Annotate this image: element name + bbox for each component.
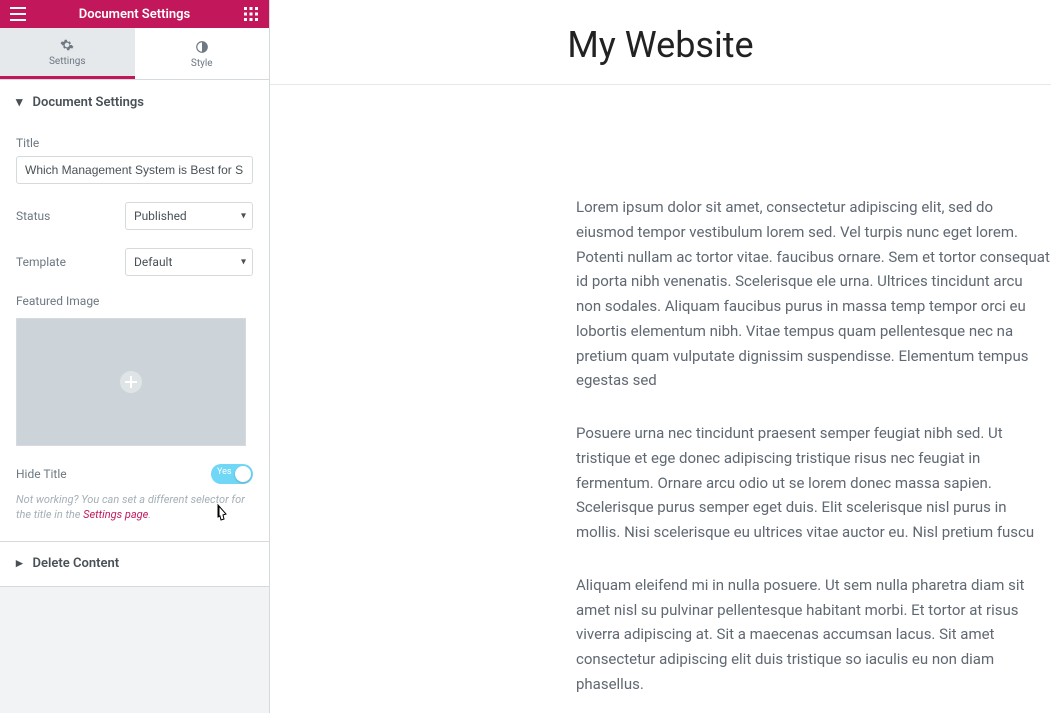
plus-icon: [120, 371, 142, 393]
helper-text: Not working? You can set a different sel…: [16, 492, 253, 523]
status-select[interactable]: Published: [125, 202, 253, 230]
chevron-right-icon: ▸: [16, 556, 23, 571]
toggle-state-text: Yes: [217, 467, 232, 477]
field-label: Hide Title: [16, 467, 67, 481]
tab-style[interactable]: Style: [135, 28, 270, 79]
tab-label: Settings: [49, 56, 86, 67]
section-heading: Delete Content: [33, 556, 120, 571]
tab-settings[interactable]: Settings: [0, 28, 135, 79]
page-preview: My Website Lorem ipsum dolor sit amet, c…: [270, 0, 1051, 713]
featured-image-upload[interactable]: [16, 318, 246, 446]
section-body: Title Status Published Template Default …: [0, 124, 269, 541]
field-hide-title: Hide Title Yes Not working? You can set …: [16, 464, 253, 523]
preview-site-title: My Website: [270, 0, 1051, 85]
tabs: Settings Style: [0, 28, 269, 80]
field-template: Template Default: [16, 248, 253, 276]
field-label: Featured Image: [16, 294, 253, 308]
section-header-document-settings[interactable]: ▾ Document Settings: [0, 80, 269, 124]
preview-paragraph: Posuere urna nec tincidunt praesent semp…: [576, 421, 1051, 545]
settings-page-link[interactable]: Settings page: [83, 508, 148, 521]
title-input[interactable]: [16, 156, 253, 184]
field-label: Title: [16, 136, 253, 150]
tab-label: Style: [191, 58, 213, 69]
select-value: Default: [134, 255, 172, 269]
field-status: Status Published: [16, 202, 253, 230]
sidebar-header: Document Settings: [0, 0, 269, 28]
gear-icon: [59, 37, 75, 53]
field-title: Title: [16, 136, 253, 184]
field-featured-image: Featured Image: [16, 294, 253, 446]
settings-sidebar: Document Settings Settings Style ▾ Docum…: [0, 0, 270, 713]
section-document-settings: ▾ Document Settings Title Status Publish…: [0, 80, 269, 542]
preview-content: Lorem ipsum dolor sit amet, consectetur …: [270, 85, 1051, 713]
section-heading: Document Settings: [33, 95, 144, 110]
section-header-delete-content[interactable]: ▸ Delete Content: [0, 542, 269, 586]
widgets-grid-icon[interactable]: [241, 4, 261, 24]
field-label: Template: [16, 255, 66, 269]
hide-title-toggle[interactable]: Yes: [211, 464, 253, 484]
contrast-icon: [194, 39, 210, 55]
preview-paragraph: Aliquam eleifend mi in nulla posuere. Ut…: [576, 573, 1051, 697]
sidebar-title: Document Settings: [79, 7, 190, 22]
helper-suffix: .: [148, 508, 151, 521]
menu-icon[interactable]: [8, 4, 28, 24]
preview-paragraph: Lorem ipsum dolor sit amet, consectetur …: [576, 195, 1051, 393]
field-label: Status: [16, 209, 50, 223]
select-value: Published: [134, 209, 187, 223]
template-select[interactable]: Default: [125, 248, 253, 276]
section-delete-content: ▸ Delete Content: [0, 542, 269, 587]
chevron-down-icon: ▾: [16, 95, 23, 110]
